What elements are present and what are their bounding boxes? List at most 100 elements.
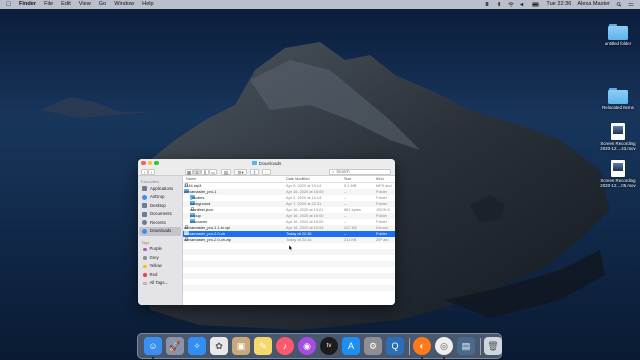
forward-button[interactable]: › bbox=[148, 168, 155, 175]
sidebar-item-applications[interactable]: Applications bbox=[138, 185, 182, 194]
preview-icon[interactable]: ▣ bbox=[232, 337, 250, 355]
tag-dot-icon bbox=[143, 247, 147, 251]
dock-glyph: ✧ bbox=[193, 341, 201, 351]
tags-button[interactable]: ◌ bbox=[262, 168, 271, 175]
menu-help[interactable]: Help bbox=[142, 0, 154, 9]
menu-file[interactable]: File bbox=[44, 0, 53, 9]
tag-dot-icon bbox=[143, 256, 147, 260]
share-button[interactable]: ⇧ bbox=[250, 168, 259, 175]
sidebar-item-airdrop[interactable]: AirDrop bbox=[138, 193, 182, 202]
menu-app-name[interactable]: Finder bbox=[19, 0, 36, 9]
window-title-text: Downloads bbox=[258, 160, 282, 166]
movie-file-icon bbox=[611, 160, 625, 177]
battery-icon[interactable] bbox=[532, 2, 540, 7]
menu-window[interactable]: Window bbox=[114, 0, 134, 9]
tag-dot-icon bbox=[143, 273, 147, 277]
finder-icon[interactable]: ☺ bbox=[144, 337, 162, 355]
menu-edit[interactable]: Edit bbox=[61, 0, 71, 9]
menu-clock[interactable]: Tue 22:36 bbox=[546, 0, 571, 9]
menu-go[interactable]: Go bbox=[99, 0, 106, 9]
running-indicator bbox=[421, 357, 423, 359]
back-button[interactable]: ‹ bbox=[141, 168, 148, 175]
dock-glyph: ☺ bbox=[148, 341, 158, 351]
photos-icon[interactable]: ✿ bbox=[210, 337, 228, 355]
tag-dot-icon bbox=[143, 264, 147, 268]
action-button[interactable]: ⚙▾ bbox=[234, 168, 247, 175]
music-icon[interactable]: ♪ bbox=[276, 337, 294, 355]
trash-icon[interactable]: 🗑 bbox=[484, 337, 502, 355]
desktop-item-untitled-folder[interactable]: untitled folder bbox=[596, 24, 640, 46]
finder-titlebar[interactable]: Downloads bbox=[138, 159, 395, 167]
folder-icon bbox=[251, 161, 257, 165]
column-view-button[interactable]: ⫼ bbox=[201, 168, 209, 175]
apple-menu-icon[interactable]:  bbox=[6, 0, 13, 9]
sidebar-item-label: Recents bbox=[150, 219, 166, 225]
dock-glyph: ✎ bbox=[259, 341, 267, 351]
image-capture-icon[interactable]: ▤ bbox=[457, 337, 475, 355]
menu-extras: Tue 22:36 Alexa Master bbox=[478, 0, 634, 9]
sidebar-tag-purple[interactable]: Purple bbox=[138, 245, 182, 254]
sidebar-item-label: Desktop bbox=[150, 202, 166, 208]
list-view-button[interactable]: ≡ bbox=[193, 168, 201, 175]
desktop-item-screen-recording-1[interactable]: Screen Recording 2020-12....43.mov bbox=[596, 123, 640, 151]
gallery-view-button[interactable]: ▭ bbox=[209, 168, 217, 175]
spotlight-icon[interactable] bbox=[616, 2, 622, 7]
desktop-item-relocated-items[interactable]: Relocated Items bbox=[596, 88, 640, 110]
system-preferences-icon[interactable]: ⚙ bbox=[364, 337, 382, 355]
search-input[interactable] bbox=[336, 169, 387, 174]
sidebar-item-documents[interactable]: Documents bbox=[138, 210, 182, 219]
notes-icon[interactable]: ✎ bbox=[254, 337, 272, 355]
dock: ☺ 🚀 ✧ ✿ ▣ ✎ ♪ ◉ tv A ⚙ Q ◐ ◎ ▤ 🗑 bbox=[137, 333, 502, 359]
group-icon: ▤ bbox=[223, 169, 229, 175]
sidebar-item-desktop[interactable]: Desktop bbox=[138, 202, 182, 211]
sidebar-item-label: Downloads bbox=[150, 228, 172, 233]
sidebar-tag-red[interactable]: Red bbox=[138, 271, 182, 280]
share-icon: ⇧ bbox=[252, 169, 257, 175]
icon-view-button[interactable]: ▦ bbox=[185, 168, 193, 175]
running-indicator bbox=[443, 357, 445, 359]
empty-row bbox=[183, 291, 395, 297]
sidebar-item-label: Grey bbox=[149, 254, 159, 260]
dock-glyph: ✿ bbox=[215, 341, 223, 351]
apple-tv-icon[interactable]: tv bbox=[320, 337, 338, 355]
document-icon bbox=[142, 211, 147, 217]
chevron-left-icon: ‹ bbox=[143, 169, 146, 175]
app-store-icon[interactable]: A bbox=[342, 337, 360, 355]
sidebar-item-label: All Tags... bbox=[149, 280, 169, 285]
menu-view[interactable]: View bbox=[79, 0, 91, 9]
search-field[interactable]: ⌕ bbox=[329, 168, 391, 175]
launchpad-icon[interactable]: 🚀 bbox=[166, 337, 184, 355]
quicktime-icon[interactable]: Q bbox=[386, 337, 404, 355]
bluetooth-icon[interactable] bbox=[496, 2, 502, 7]
sidebar-item-recents[interactable]: Recents bbox=[138, 219, 182, 228]
dropbox-icon[interactable] bbox=[484, 2, 490, 7]
desktop-item-screen-recording-2[interactable]: Screen Recording 2020-12....05.mov bbox=[596, 160, 640, 188]
menu-user[interactable]: Alexa Master bbox=[577, 0, 610, 9]
sidebar-item-downloads[interactable]: Downloads bbox=[139, 227, 181, 236]
search-icon: ⌕ bbox=[332, 168, 335, 174]
dock-glyph: ▣ bbox=[236, 341, 246, 351]
sidebar-tag-all[interactable]: All Tags... bbox=[138, 279, 182, 288]
dock-glyph: ⚙ bbox=[368, 341, 378, 351]
chevron-right-icon: › bbox=[150, 169, 153, 175]
safari-icon[interactable]: ✧ bbox=[188, 337, 206, 355]
control-center-icon[interactable] bbox=[628, 2, 634, 7]
clock-icon bbox=[142, 220, 147, 226]
chrome-icon[interactable]: ◎ bbox=[435, 337, 453, 355]
folder-icon bbox=[608, 24, 628, 40]
file-list: Name Date Modified Size Kind 2344.mp3 Apr… bbox=[183, 176, 395, 305]
desktop-item-label: Screen Recording 2020-12....43.mov bbox=[600, 141, 636, 151]
menu-bar:  Finder File Edit View Go Window Help T… bbox=[0, 0, 640, 9]
finder-window: Downloads ‹ › ▦ ≡ ⫼ ▭ ▤ ⚙▾ ⇧ ◌ ⌕ Favouri… bbox=[138, 159, 395, 305]
sidebar-tag-yellow[interactable]: Yellow bbox=[138, 262, 182, 271]
volume-icon[interactable] bbox=[520, 2, 526, 7]
dock-separator bbox=[409, 338, 410, 355]
sidebar-item-label: Red bbox=[149, 271, 158, 277]
podcasts-icon[interactable]: ◉ bbox=[298, 337, 316, 355]
wifi-icon[interactable] bbox=[508, 2, 515, 7]
sidebar-tag-grey[interactable]: Grey bbox=[138, 254, 182, 263]
airdrop-icon bbox=[142, 194, 147, 200]
firefox-icon[interactable]: ◐ bbox=[413, 337, 431, 355]
finder-sidebar: Favourites Applications AirDrop Desktop … bbox=[138, 176, 183, 305]
group-button[interactable]: ▤ bbox=[221, 168, 231, 175]
